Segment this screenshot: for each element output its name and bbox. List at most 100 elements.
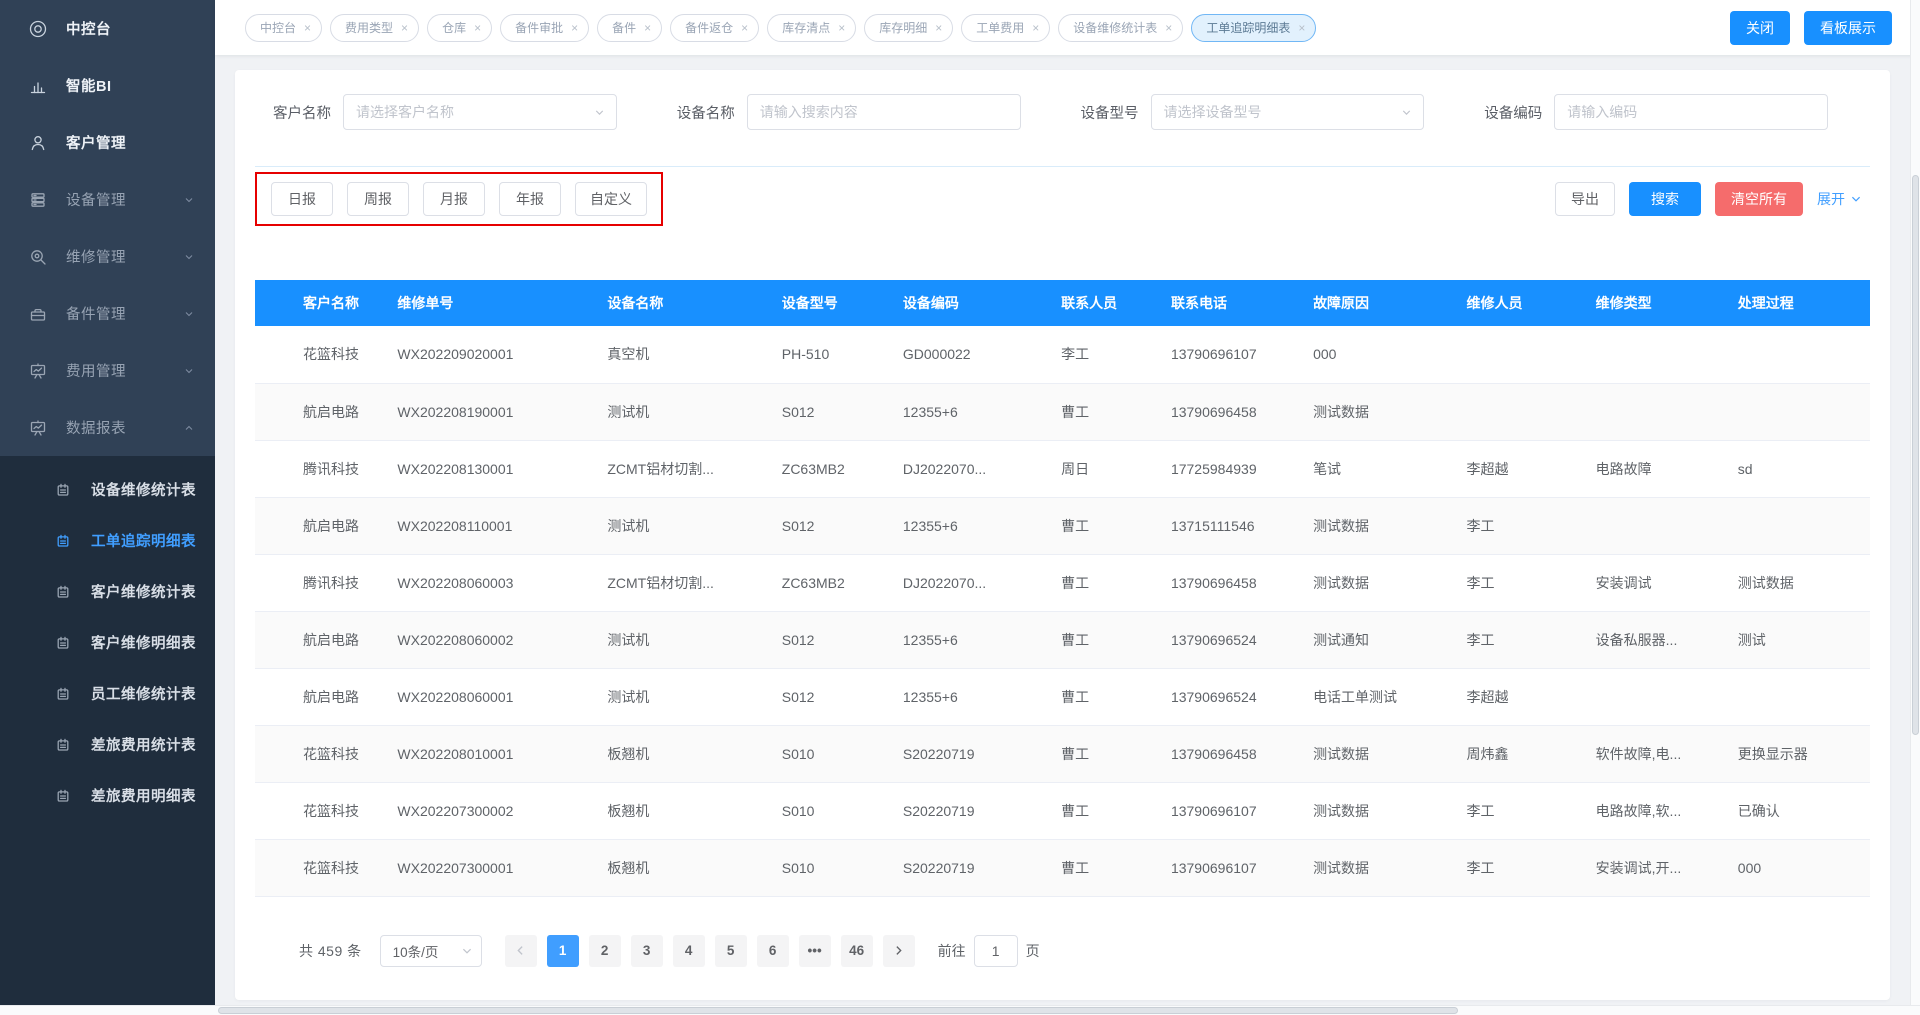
page-next-button[interactable]	[883, 935, 915, 967]
tab-close-icon[interactable]: ×	[1165, 22, 1172, 34]
sidebar-submenu: 设备维修统计表工单追踪明细表客户维修统计表客户维修明细表员工维修统计表差旅费用统…	[0, 456, 215, 1015]
table-cell: 李工	[1456, 497, 1585, 554]
notebook-icon	[55, 737, 71, 753]
tab-item[interactable]: 中控台×	[245, 14, 322, 42]
page-button[interactable]: 46	[841, 935, 873, 967]
order-link[interactable]: WX202208060002	[387, 611, 597, 668]
sidebar-item-repair[interactable]: 维修管理	[0, 228, 215, 285]
tab-item[interactable]: 工单费用×	[961, 14, 1050, 42]
sidebar-subitem-label: 客户维修明细表	[91, 632, 196, 653]
page-button[interactable]: 5	[715, 935, 747, 967]
column-header: 故障原因	[1303, 280, 1456, 326]
tab-label: 费用类型	[345, 19, 393, 36]
tab-close-icon[interactable]: ×	[1032, 22, 1039, 34]
report-period-button[interactable]: 日报	[271, 182, 333, 216]
device-code-input[interactable]	[1554, 94, 1828, 130]
page-prev-button[interactable]	[505, 935, 537, 967]
tab-item[interactable]: 库存清点×	[767, 14, 856, 42]
sidebar-subitem[interactable]: 差旅费用明细表	[0, 770, 215, 821]
order-link[interactable]: WX202209020001	[387, 326, 597, 383]
tab-close-icon[interactable]: ×	[304, 22, 311, 34]
page-button[interactable]: 4	[673, 935, 705, 967]
tab-item[interactable]: 费用类型 ×	[330, 14, 419, 42]
horizontal-scrollbar-thumb[interactable]	[218, 1007, 1458, 1014]
goto-page-input[interactable]	[974, 935, 1018, 967]
sidebar-item-device[interactable]: 设备管理	[0, 171, 215, 228]
sidebar-item-bi-chart[interactable]: 智能BI	[0, 57, 215, 114]
tab-item[interactable]: 备件×	[597, 14, 662, 42]
tab-close-icon[interactable]: ×	[838, 22, 845, 34]
table-cell: 曹工	[1051, 782, 1161, 839]
vertical-scrollbar-thumb[interactable]	[1912, 175, 1919, 735]
page-button[interactable]: 1	[547, 935, 579, 967]
sidebar-item-report[interactable]: 数据报表	[0, 399, 215, 456]
page-button[interactable]: 6	[757, 935, 789, 967]
order-link[interactable]: WX202208060001	[387, 668, 597, 725]
sidebar-item-console[interactable]: 中控台	[0, 0, 215, 57]
tab-close-icon[interactable]: ×	[1298, 22, 1305, 34]
tab-close-icon[interactable]: ×	[401, 22, 408, 34]
sidebar-item-parts[interactable]: 备件管理	[0, 285, 215, 342]
order-link[interactable]: WX202208190001	[387, 383, 597, 440]
chevron-right-icon	[893, 945, 904, 956]
tab-close-icon[interactable]: ×	[474, 22, 481, 34]
tab-close-icon[interactable]: ×	[935, 22, 942, 34]
report-period-button[interactable]: 周报	[347, 182, 409, 216]
sidebar-subitem[interactable]: 客户维修统计表	[0, 566, 215, 617]
order-link[interactable]: WX202208110001	[387, 497, 597, 554]
tab-item[interactable]: 备件审批×	[500, 14, 589, 42]
table-cell: DJ2022070...	[893, 440, 1051, 497]
page-button[interactable]: 2	[589, 935, 621, 967]
search-button[interactable]: 搜索	[1629, 182, 1701, 216]
vertical-scrollbar[interactable]	[1910, 0, 1920, 1005]
table-row: 航启电路WX202208190001测试机S01212355+6曹工137906…	[255, 383, 1870, 440]
device-code-field[interactable]	[1567, 104, 1817, 120]
sidebar-subitem[interactable]: 员工维修统计表	[0, 668, 215, 719]
order-link[interactable]: WX202208130001	[387, 440, 597, 497]
sidebar-subitem[interactable]: 客户维修明细表	[0, 617, 215, 668]
table-cell: 13790696524	[1161, 668, 1303, 725]
sidebar-subitem-label: 工单追踪明细表	[91, 530, 196, 551]
tab-item[interactable]: 备件返仓×	[670, 14, 759, 42]
device-name-input[interactable]	[747, 94, 1021, 130]
tab-close-icon[interactable]: ×	[644, 22, 651, 34]
clear-all-button[interactable]: 清空所有	[1715, 182, 1803, 216]
page-size-select[interactable]: 10条/页	[380, 935, 482, 967]
tab-close-icon[interactable]: ×	[741, 22, 748, 34]
sidebar-item-customer[interactable]: 客户管理	[0, 114, 215, 171]
table-cell: 曹工	[1051, 554, 1161, 611]
report-period-button[interactable]: 年报	[499, 182, 561, 216]
chevron-down-icon	[1850, 193, 1862, 205]
order-link[interactable]: WX202208060003	[387, 554, 597, 611]
horizontal-scrollbar[interactable]	[0, 1005, 1920, 1015]
table-cell: 测试机	[597, 668, 771, 725]
expand-toggle[interactable]: 展开	[1817, 189, 1862, 209]
device-model-select[interactable]: 请选择设备型号	[1151, 94, 1425, 130]
order-link[interactable]: WX202207300001	[387, 839, 597, 896]
sidebar-subitem[interactable]: 设备维修统计表	[0, 464, 215, 515]
tab-item[interactable]: 设备维修统计表×	[1058, 14, 1183, 42]
table-cell: S010	[772, 839, 893, 896]
close-button[interactable]: 关闭	[1730, 11, 1790, 45]
board-display-button[interactable]: 看板展示	[1804, 11, 1892, 45]
column-header: 维修类型	[1586, 280, 1728, 326]
sidebar-item-expense[interactable]: 费用管理	[0, 342, 215, 399]
table-cell: 12355+6	[893, 668, 1051, 725]
customer-name-select[interactable]: 请选择客户名称	[343, 94, 617, 130]
order-link[interactable]: WX202207300002	[387, 782, 597, 839]
page-button[interactable]: 3	[631, 935, 663, 967]
device-icon	[28, 190, 48, 210]
tab-close-icon[interactable]: ×	[571, 22, 578, 34]
sidebar-subitem[interactable]: 差旅费用统计表	[0, 719, 215, 770]
tab-item[interactable]: 仓库×	[427, 14, 492, 42]
sidebar-subitem[interactable]: 工单追踪明细表	[0, 515, 215, 566]
report-period-button[interactable]: 自定义	[575, 182, 647, 216]
tab-active[interactable]: 工单追踪明细表×	[1191, 14, 1316, 42]
report-period-button[interactable]: 月报	[423, 182, 485, 216]
tab-item[interactable]: 库存明细×	[864, 14, 953, 42]
export-button[interactable]: 导出	[1555, 182, 1615, 216]
table-cell: 13790696107	[1161, 839, 1303, 896]
chevron-down-icon	[179, 365, 199, 377]
device-name-field[interactable]	[760, 104, 1010, 120]
order-link[interactable]: WX202208010001	[387, 725, 597, 782]
